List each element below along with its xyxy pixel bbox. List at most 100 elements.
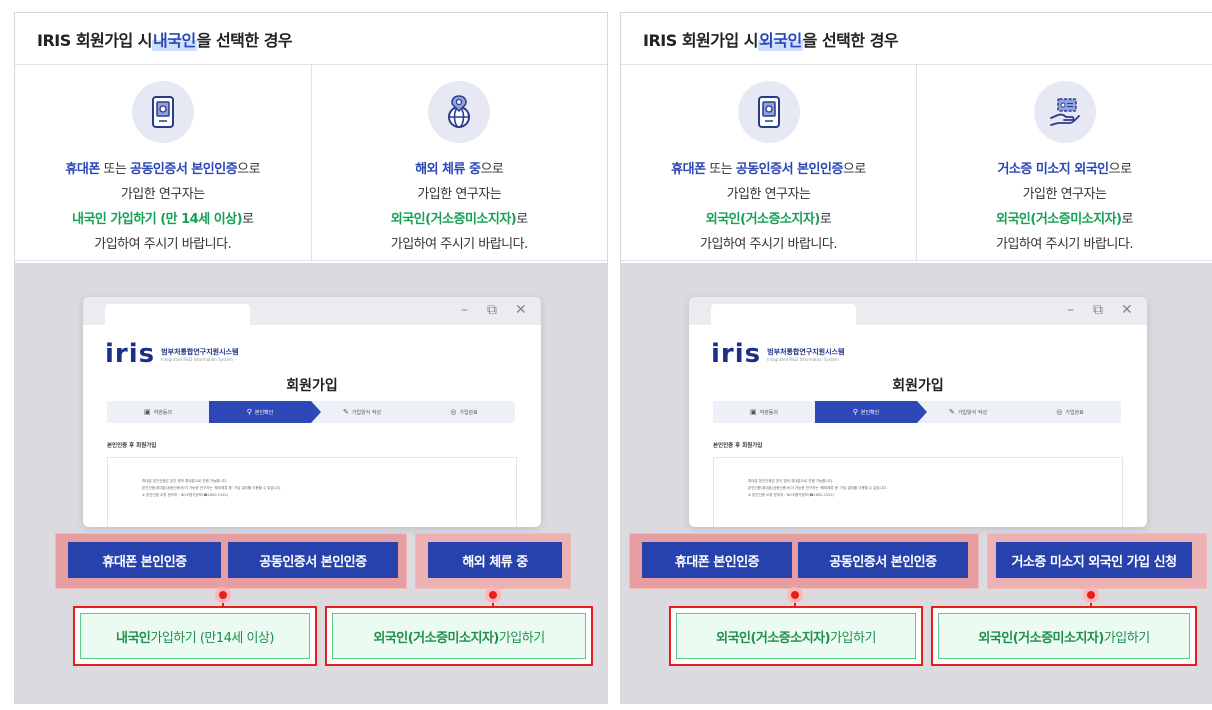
- restore-icon[interactable]: ⧉: [487, 302, 497, 318]
- desc-highlight: 해외 체류 중: [415, 162, 481, 177]
- highlight-group-residence-card: 휴대폰 본인인증 공동인증서 본인인증: [629, 533, 979, 589]
- page-title: 회원가입: [286, 378, 338, 394]
- desc-green: 외국인(거소증미소지자): [996, 212, 1122, 227]
- step-verify: ⚲ 본인확인: [209, 401, 321, 423]
- desc-text: 로: [1121, 212, 1134, 227]
- phone-certificate-icon: [737, 81, 800, 143]
- document-icon: ▣: [143, 408, 151, 416]
- step-verify: ⚲ 본인확인: [815, 401, 927, 423]
- no-residence-card-apply-button[interactable]: 거소증 미소지 외국인 가입 신청: [996, 542, 1192, 578]
- check-circle-icon: ◎: [1056, 408, 1063, 416]
- desc-text: 또는: [99, 162, 130, 177]
- connector-dot: [787, 587, 803, 603]
- korean-signup-link[interactable]: 내국인 가입하기 (만14세 이상): [80, 613, 310, 659]
- certificate-verify-button[interactable]: 공동인증서 본인인증: [228, 542, 398, 578]
- panel-title: IRIS 회원가입 시 내국인 을 선택한 경우: [15, 13, 607, 65]
- step-complete: ◎ 가입완료: [1056, 408, 1084, 416]
- foreigner-signup-link[interactable]: 외국인(거소증미소지자) 가입하기: [332, 613, 586, 659]
- desc-text: 가입하여 주시기 바랍니다.: [94, 237, 232, 252]
- pencil-icon: ✎: [342, 408, 349, 416]
- title-highlight: 내국인: [152, 26, 197, 51]
- overseas-button[interactable]: 해외 체류 중: [428, 542, 562, 578]
- desc-text: 으로: [480, 162, 504, 177]
- panel-title: IRIS 회원가입 시 외국인 을 선택한 경우: [621, 13, 1212, 65]
- info-column-overseas: 해외 체류 중으로 가입한 연구자는 외국인(거소증미소지자)로 가입하여 주시…: [310, 65, 608, 260]
- notice-line: 휴대폰 본인인증은 본인 명의 휴대폰으로 진행 가능합니다.: [748, 479, 834, 483]
- panel-foreigner: IRIS 회원가입 시 외국인 을 선택한 경우 휴대폰 또는 공동인증서 본인…: [620, 12, 1212, 704]
- korean-signup-box[interactable]: 내국인 가입하기 (만14세 이상): [73, 606, 317, 666]
- desc-text: 가입한 연구자는: [726, 187, 811, 202]
- desc-highlight: 거소증 미소지 외국인: [997, 162, 1109, 177]
- pencil-icon: ✎: [948, 408, 955, 416]
- highlight-group-overseas: 해외 체류 중: [415, 533, 571, 589]
- highlight-group-korean: 휴대폰 본인인증 공동인증서 본인인증: [55, 533, 407, 589]
- connector-dot: [1083, 587, 1099, 603]
- section-heading: 본인인증 후 회원가입: [713, 443, 763, 449]
- desc-text: 로: [516, 212, 528, 227]
- mockup-area: – ⧉ ✕ iris 범부처통합연구지원시스템 Integrated R&D I…: [621, 263, 1212, 703]
- desc-text: 으로: [1108, 162, 1132, 177]
- step-terms: ▣ 약관동의: [749, 408, 779, 416]
- minimize-icon[interactable]: –: [1067, 302, 1074, 318]
- desc-text: 가입하여 주시기 바랍니다.: [390, 237, 528, 252]
- step-indicator: ▣ 약관동의 ⚲ 본인확인 ✎ 가입양식 작성 ◎ 가입완료: [713, 401, 1121, 423]
- mock-window: – ⧉ ✕ iris 범부처통합연구지원시스템 Integrated R&D I…: [689, 297, 1147, 527]
- brand-name-ko: 범부처통합연구지원시스템: [767, 347, 845, 356]
- brand-name-en: Integrated R&D Information System: [767, 356, 839, 362]
- mockup-area: – ⧉ ✕ iris 범부처통합연구지원시스템 Integrated R&D I…: [15, 263, 607, 703]
- notice-line: 본인인증(휴대폰/공동인증서)이 가능한 연구자는 '해외체류 중' 가입 절차…: [748, 486, 888, 490]
- check-circle-icon: ◎: [450, 408, 457, 416]
- browser-tab[interactable]: [105, 304, 250, 325]
- notice-line: 휴대폰 본인인증은 본인 명의 휴대폰으로 진행 가능합니다.: [142, 479, 228, 483]
- foreigner-no-residence-signup-box[interactable]: 외국인(거소증미소지자) 가입하기: [931, 606, 1197, 666]
- step-complete: ◎ 가입완료: [450, 408, 478, 416]
- desc-text: 으로: [842, 162, 866, 177]
- person-icon: ⚲: [852, 408, 858, 416]
- iris-brand: iris 범부처통합연구지원시스템 Integrated R&D Informa…: [105, 341, 238, 367]
- info-column-phone: 휴대폰 또는 공동인증서 본인인증으로 가입한 연구자는 내국인 가입하기 (만…: [15, 65, 311, 260]
- notice-box: 휴대폰 본인인증은 본인 명의 휴대폰으로 진행 가능합니다. 본인인증(휴대폰…: [107, 457, 517, 527]
- phone-verify-button[interactable]: 휴대폰 본인인증: [68, 542, 221, 578]
- foreigner-residence-signup-box[interactable]: 외국인(거소증소지자) 가입하기: [669, 606, 923, 666]
- brand-name-ko: 범부처통합연구지원시스템: [161, 347, 239, 356]
- iris-logo: iris: [711, 339, 762, 369]
- title-text-suffix: 을 선택한 경우: [196, 30, 293, 50]
- desc-highlight: 공동인증서 본인인증: [735, 162, 844, 177]
- step-form: ✎ 가입양식 작성: [342, 408, 382, 416]
- close-icon[interactable]: ✕: [1121, 302, 1133, 318]
- desc-text: 가입한 연구자는: [417, 187, 502, 202]
- person-icon: ⚲: [246, 408, 252, 416]
- desc-highlight: 공동인증서 본인인증: [129, 162, 238, 177]
- desc-green: 외국인(거소증미소지자): [390, 212, 517, 227]
- connector-dot: [215, 587, 231, 603]
- browser-tab[interactable]: [711, 304, 856, 325]
- restore-icon[interactable]: ⧉: [1093, 302, 1103, 318]
- notice-line: 본인인증(휴대폰/공동인증서)이 가능한 연구자는 '해외체류 중' 가입 절차…: [142, 486, 282, 490]
- foreigner-no-residence-signup-link[interactable]: 외국인(거소증미소지자) 가입하기: [938, 613, 1190, 659]
- panel-korean: IRIS 회원가입 시 내국인 을 선택한 경우 휴대폰 또는 공동인증서 본인…: [14, 12, 608, 704]
- phone-certificate-icon: [131, 81, 194, 143]
- desc-text: 로: [242, 212, 254, 227]
- highlight-group-no-residence-card: 거소증 미소지 외국인 가입 신청: [987, 533, 1207, 589]
- minimize-icon[interactable]: –: [461, 302, 468, 318]
- title-text: IRIS 회원가입 시: [37, 30, 153, 50]
- globe-pin-icon: [428, 81, 491, 143]
- info-column-phone: 휴대폰 또는 공동인증서 본인인증으로 가입한 연구자는 외국인(거소증소지자)…: [621, 65, 916, 260]
- step-form: ✎ 가입양식 작성: [948, 408, 988, 416]
- step-terms: ▣ 약관동의: [143, 408, 173, 416]
- desc-green: 외국인(거소증소지자): [705, 212, 821, 227]
- desc-highlight: 휴대폰: [671, 162, 706, 177]
- window-titlebar: – ⧉ ✕: [689, 297, 1147, 325]
- info-column-no-residence-card: 거소증 미소지 외국인으로 가입한 연구자는 외국인(거소증미소지자)로 가입하…: [916, 65, 1212, 260]
- foreigner-signup-box[interactable]: 외국인(거소증미소지자) 가입하기: [325, 606, 593, 666]
- notice-line: ※ 본인인증 오류 문의처 : NICE평가정보(☎1600-1522): [748, 493, 835, 497]
- desc-highlight: 휴대폰: [65, 162, 100, 177]
- close-icon[interactable]: ✕: [515, 302, 527, 318]
- phone-verify-button[interactable]: 휴대폰 본인인증: [642, 542, 792, 578]
- desc-text: 로: [819, 212, 832, 227]
- foreigner-residence-signup-link[interactable]: 외국인(거소증소지자) 가입하기: [676, 613, 916, 659]
- desc-text: 으로: [237, 162, 261, 177]
- certificate-verify-button[interactable]: 공동인증서 본인인증: [798, 542, 968, 578]
- document-icon: ▣: [749, 408, 757, 416]
- notice-box: 휴대폰 본인인증은 본인 명의 휴대폰으로 진행 가능합니다. 본인인증(휴대폰…: [713, 457, 1123, 527]
